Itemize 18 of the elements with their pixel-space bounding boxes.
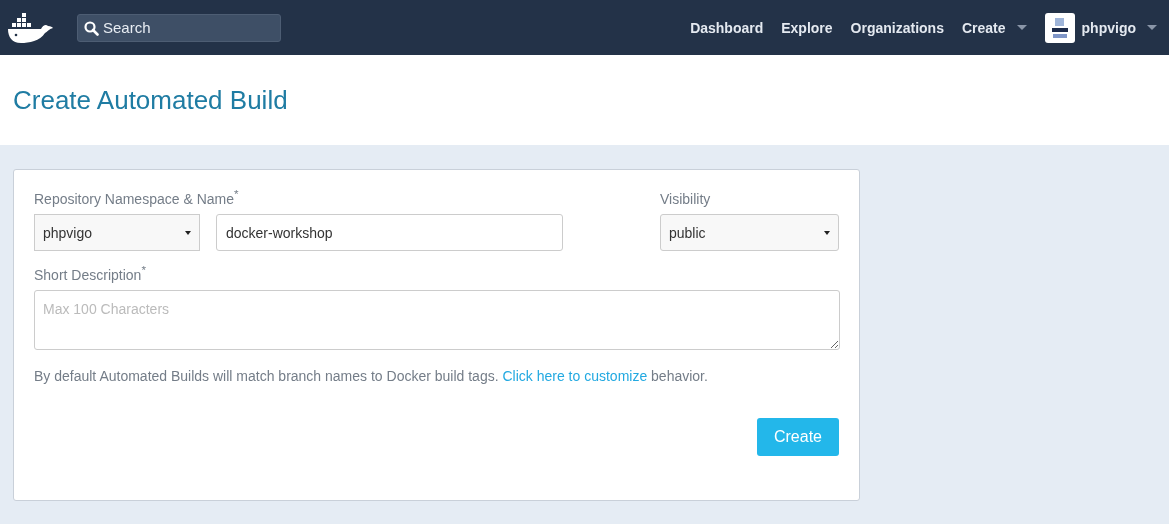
field-label: Visibility: [660, 191, 712, 207]
whale-logo-icon[interactable]: [7, 12, 53, 43]
nav-link[interactable]: Dashboard: [690, 19, 764, 36]
nav-link[interactable]: Explore: [781, 19, 833, 36]
namespace-select[interactable]: phpvigo: [34, 214, 200, 251]
field-label: Repository Namespace & Name$^{*}$: [34, 191, 240, 207]
search-icon: [84, 20, 99, 36]
description-textarea[interactable]: Max 100 Characters: [34, 290, 840, 350]
page-title: Create Automated Build: [13, 84, 288, 116]
user-menu[interactable]: phpvigo: [1081, 19, 1157, 36]
create-menu[interactable]: Create: [961, 19, 1027, 36]
avatar-icon[interactable]: [1044, 12, 1075, 43]
field-label: Short Description$^{*}$: [34, 267, 147, 283]
visibility-select[interactable]: public: [660, 214, 839, 251]
nav-link[interactable]: Organizations: [850, 19, 944, 36]
name-input[interactable]: docker-workshop: [216, 214, 563, 251]
help-text: By default Automated Builds will match branch names to Docker build tags. Click here to customize behavior.: [34, 368, 709, 384]
search-field[interactable]: Search: [77, 13, 281, 42]
